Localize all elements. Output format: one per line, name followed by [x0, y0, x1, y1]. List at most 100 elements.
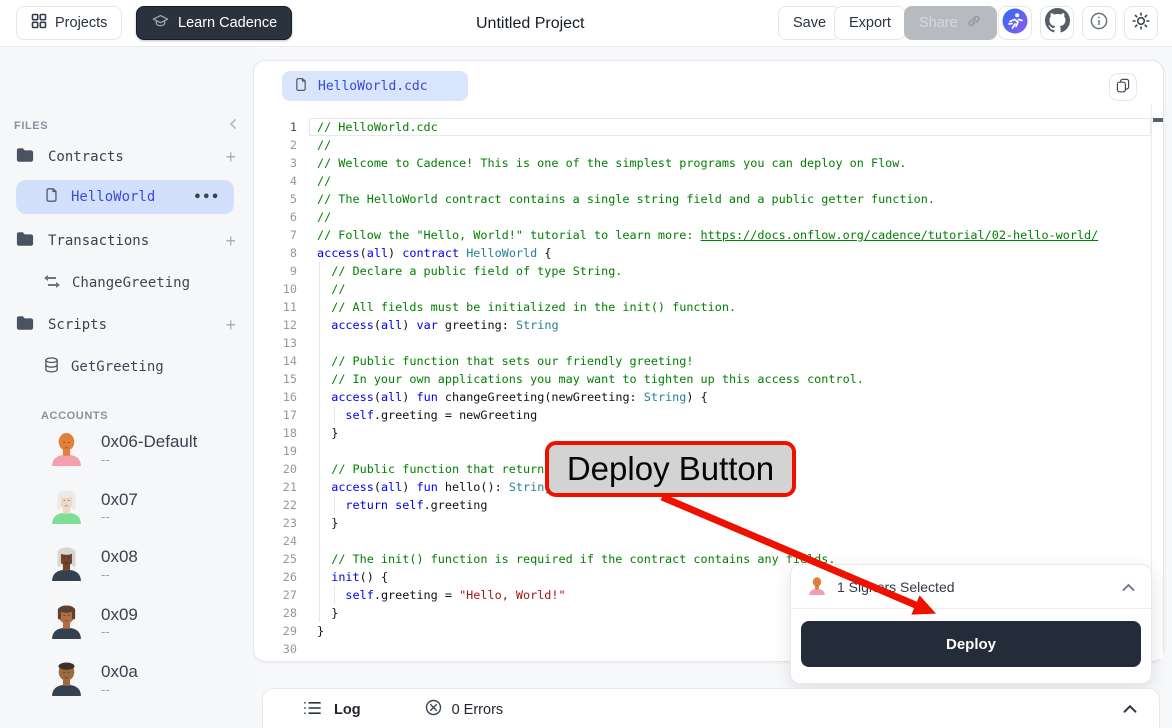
account-row[interactable]: 0x08-- — [48, 544, 138, 586]
signers-panel: 1 Signers Selected Deploy — [790, 564, 1152, 684]
code-line: 13 — [254, 334, 1149, 352]
flowser-button[interactable] — [998, 6, 1032, 40]
database-icon — [44, 357, 59, 377]
top-bar: Projects Learn Cadence Untitled Project … — [0, 0, 1172, 47]
grid-icon — [31, 13, 47, 33]
sidebar: FILES Contracts + HelloWorld ••• Transac… — [0, 47, 253, 728]
share-label: Share — [919, 15, 958, 31]
folder-label: Transactions — [48, 233, 211, 249]
errors-icon — [425, 699, 442, 721]
code-line: 5// The HelloWorld contract contains a s… — [254, 190, 1149, 208]
add-contract-button[interactable]: + — [225, 147, 236, 168]
account-balance: -- — [101, 682, 138, 697]
folder-icon — [16, 231, 34, 251]
learn-cadence-button[interactable]: Learn Cadence — [136, 6, 292, 40]
projects-label: Projects — [55, 15, 107, 31]
account-balance: -- — [101, 624, 138, 639]
deploy-annotation-label: Deploy Button — [545, 441, 796, 497]
page-title: Untitled Project — [476, 0, 585, 47]
account-address: 0x07 — [101, 491, 138, 510]
account-avatar — [48, 487, 85, 529]
signer-avatar — [807, 575, 827, 598]
editor-scrollbar[interactable] — [1151, 104, 1163, 659]
theme-toggle-button[interactable] — [1124, 6, 1158, 40]
chevron-up-icon[interactable] — [1122, 579, 1135, 595]
flowser-runner-icon — [1002, 8, 1028, 39]
account-row[interactable]: 0x06-Default-- — [48, 429, 197, 471]
account-row[interactable]: 0x07-- — [48, 487, 138, 529]
account-row[interactable]: 0x09-- — [48, 602, 138, 644]
add-script-button[interactable]: + — [225, 315, 236, 336]
account-avatar — [48, 429, 85, 471]
folder-icon — [16, 147, 34, 167]
account-address: 0x0a — [101, 663, 138, 682]
code-line: 7// Follow the "Hello, World!" tutorial … — [254, 226, 1149, 244]
tab-helloworld-cdc[interactable]: HelloWorld.cdc — [282, 71, 468, 101]
code-line: 8access(all) contract HelloWorld { — [254, 244, 1149, 262]
github-icon — [1045, 8, 1070, 38]
code-line: 15 // In your own applications you may w… — [254, 370, 1149, 388]
code-line: 23 } — [254, 514, 1149, 532]
export-button[interactable]: Export — [834, 6, 906, 40]
export-label: Export — [849, 15, 891, 31]
code-line: 10 // — [254, 280, 1149, 298]
code-line: 16 access(all) fun changeGreeting(newGre… — [254, 388, 1149, 406]
file-label: GetGreeting — [71, 359, 164, 375]
file-changegreeting[interactable]: ChangeGreeting — [44, 271, 234, 295]
file-label: ChangeGreeting — [72, 275, 190, 291]
account-avatar — [48, 544, 85, 586]
link-icon — [966, 13, 982, 33]
account-address: 0x09 — [101, 606, 138, 625]
code-line: 24 — [254, 532, 1149, 550]
file-getgreeting[interactable]: GetGreeting — [44, 355, 234, 379]
collapse-sidebar-icon[interactable] — [227, 117, 239, 135]
account-address: 0x06-Default — [101, 433, 197, 452]
save-button[interactable]: Save — [778, 6, 841, 40]
account-avatar — [48, 602, 85, 644]
code-line: 17 self.greeting = newGreeting — [254, 406, 1149, 424]
log-list-icon — [303, 700, 322, 721]
account-balance: -- — [101, 567, 138, 582]
chevron-up-icon[interactable] — [1123, 701, 1137, 719]
log-bar[interactable]: Log 0 Errors — [262, 688, 1160, 728]
tab-label: HelloWorld.cdc — [318, 79, 428, 94]
file-menu-button[interactable]: ••• — [194, 190, 220, 205]
deploy-button[interactable]: Deploy — [801, 621, 1141, 667]
github-button[interactable] — [1040, 6, 1074, 40]
add-transaction-button[interactable]: + — [225, 231, 236, 252]
file-label: HelloWorld — [71, 189, 155, 205]
copy-icon — [1115, 77, 1131, 98]
errors-count-label: 0 Errors — [452, 702, 504, 718]
code-line: 4// — [254, 172, 1149, 190]
file-helloworld[interactable]: HelloWorld ••• — [16, 180, 234, 214]
document-icon — [44, 187, 59, 207]
code-line: 1// HelloWorld.cdc — [254, 118, 1149, 136]
files-section-label: FILES — [14, 120, 48, 132]
code-line: 2// — [254, 136, 1149, 154]
log-label: Log — [334, 702, 361, 718]
learn-cadence-label: Learn Cadence — [178, 15, 277, 31]
folder-scripts[interactable]: Scripts + — [16, 313, 236, 337]
code-line: 18 } — [254, 424, 1149, 442]
code-line: 3// Welcome to Cadence! This is one of t… — [254, 154, 1149, 172]
folder-label: Contracts — [48, 149, 211, 165]
share-button[interactable]: Share — [904, 6, 997, 40]
projects-button[interactable]: Projects — [16, 6, 122, 40]
code-line: 14 // Public function that sets our frie… — [254, 352, 1149, 370]
folder-contracts[interactable]: Contracts + — [16, 145, 236, 169]
code-line: 6// — [254, 208, 1149, 226]
account-balance: -- — [101, 509, 138, 524]
signers-selected-label: 1 Signers Selected — [837, 579, 955, 595]
copy-code-button[interactable] — [1109, 73, 1137, 101]
code-line: 12 access(all) var greeting: String — [254, 316, 1149, 334]
info-button[interactable] — [1082, 6, 1116, 40]
info-icon — [1089, 11, 1109, 36]
account-avatar — [48, 659, 85, 701]
folder-icon — [16, 315, 34, 335]
document-icon — [294, 77, 308, 96]
code-line: 22 return self.greeting — [254, 496, 1149, 514]
signers-header[interactable]: 1 Signers Selected — [791, 565, 1151, 609]
account-row[interactable]: 0x0a-- — [48, 659, 138, 701]
accounts-section-label: ACCOUNTS — [41, 410, 108, 422]
folder-transactions[interactable]: Transactions + — [16, 229, 236, 253]
